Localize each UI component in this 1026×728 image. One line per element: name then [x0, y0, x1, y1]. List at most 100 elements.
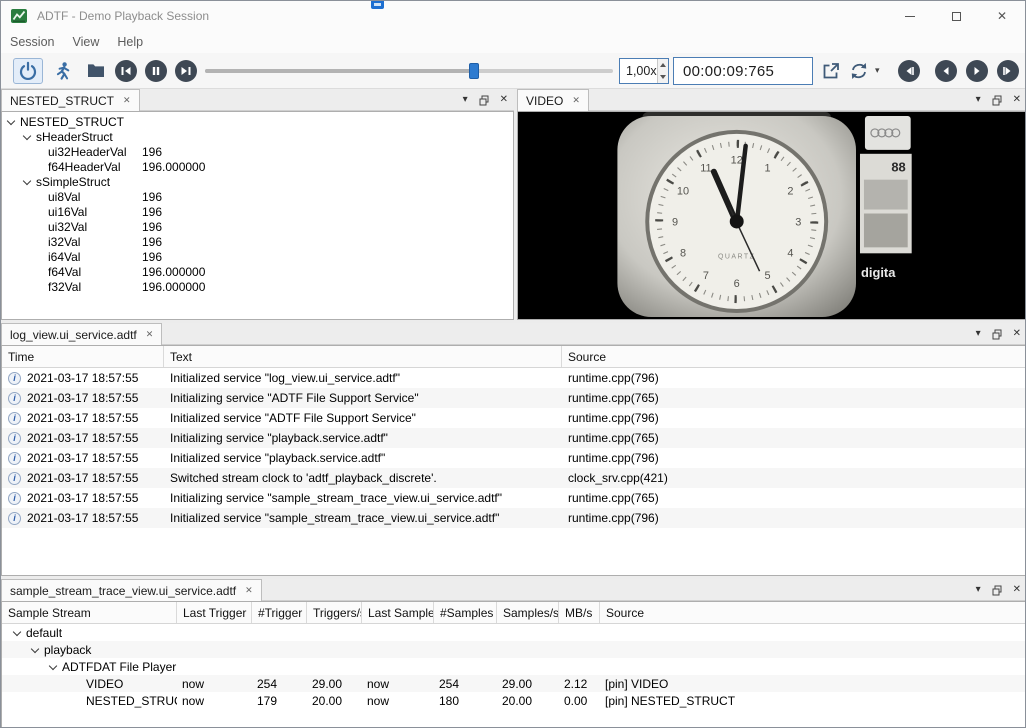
tree-label: ui16Val — [48, 205, 87, 219]
pause-button[interactable] — [145, 60, 167, 82]
marker-first-button[interactable] — [898, 60, 920, 82]
spin-down-button[interactable] — [658, 71, 668, 83]
trace-row[interactable]: ADTFDAT File Player — [2, 658, 1026, 675]
tree-item[interactable]: f64HeaderVal196.000000 — [2, 159, 513, 174]
column-header-mb-s[interactable]: MB/s — [559, 602, 600, 623]
tree-item[interactable]: ui32HeaderVal196 — [2, 144, 513, 159]
tree-item[interactable]: ui8Val196 — [2, 189, 513, 204]
log-row[interactable]: i2021-03-17 18:57:55Switched stream cloc… — [2, 468, 1026, 488]
spin-up-button[interactable] — [658, 59, 668, 71]
panel-close-icon[interactable]: ✕ — [1013, 585, 1021, 595]
step-forward-button[interactable] — [966, 60, 988, 82]
tree-item[interactable]: f64Val196.000000 — [2, 264, 513, 279]
maximize-button[interactable] — [933, 1, 979, 31]
column-header-n-trigger[interactable]: #Trigger — [252, 602, 307, 623]
skip-to-end-button[interactable] — [175, 60, 197, 82]
chevron-expanded-icon[interactable] — [12, 628, 22, 638]
float-panel-icon[interactable] — [479, 95, 489, 106]
run-session-button[interactable] — [47, 58, 77, 84]
panel-close-icon[interactable]: ✕ — [500, 95, 508, 105]
log-text: Initializing service "ADTF File Support … — [164, 388, 562, 408]
float-panel-icon[interactable] — [992, 329, 1002, 340]
tab-close-icon[interactable]: ✕ — [572, 95, 580, 106]
log-row[interactable]: i2021-03-17 18:57:55Initialized service … — [2, 408, 1026, 428]
step-back-button[interactable] — [935, 60, 957, 82]
tree-item[interactable]: ui32Val196 — [2, 219, 513, 234]
column-header-text[interactable]: Text — [164, 346, 562, 367]
menu-view[interactable]: View — [63, 35, 108, 49]
column-header-source[interactable]: Source — [562, 346, 1026, 367]
trace-row[interactable]: NESTED_STRUCT now17920.00now18020.000.00… — [2, 692, 1026, 709]
timeline-slider-handle[interactable] — [469, 63, 479, 79]
tab-close-icon[interactable]: ✕ — [146, 329, 154, 340]
svg-text:1: 1 — [764, 163, 770, 175]
log-row[interactable]: i2021-03-17 18:57:55Initializing service… — [2, 488, 1026, 508]
nested-struct-panel: NESTED_STRUCT ✕ ▾ ✕ NESTED_STRUCT sHeade… — [1, 89, 514, 320]
tree-item[interactable]: sSimpleStruct — [2, 174, 513, 189]
tab-close-icon[interactable]: ✕ — [123, 95, 131, 106]
tab-video[interactable]: VIDEO ✕ — [517, 89, 589, 111]
log-row[interactable]: i2021-03-17 18:57:55Initialized service … — [2, 368, 1026, 388]
panel-menu-icon[interactable]: ▾ — [976, 329, 981, 339]
column-header-samples-s[interactable]: Samples/s — [497, 602, 559, 623]
open-file-button[interactable] — [81, 58, 111, 84]
close-button[interactable]: ✕ — [979, 1, 1025, 31]
column-header-source[interactable]: Source — [600, 602, 1026, 623]
tab-nested-struct[interactable]: NESTED_STRUCT ✕ — [1, 89, 140, 111]
trace-row[interactable]: VIDEO now25429.00now25429.002.12[pin] VI… — [2, 675, 1026, 692]
tree-item[interactable]: NESTED_STRUCT — [2, 114, 513, 129]
panel-close-icon[interactable]: ✕ — [1013, 95, 1021, 105]
tab-close-icon[interactable]: ✕ — [245, 585, 253, 596]
tree-item[interactable]: f32Val196.000000 — [2, 279, 513, 294]
panel-close-icon[interactable]: ✕ — [1013, 329, 1021, 339]
top-edge-blue-marker — [371, 1, 384, 9]
column-header-time[interactable]: Time — [2, 346, 164, 367]
chevron-expanded-icon[interactable] — [22, 177, 32, 187]
chevron-expanded-icon[interactable] — [48, 662, 58, 672]
chevron-expanded-icon[interactable] — [30, 645, 40, 655]
column-header-last-trigger[interactable]: Last Trigger — [177, 602, 252, 623]
export-button[interactable] — [819, 60, 843, 82]
marker-last-button[interactable] — [997, 60, 1019, 82]
chevron-expanded-icon[interactable] — [22, 132, 32, 142]
log-text: Initialized service "playback.service.ad… — [164, 448, 562, 468]
loop-button[interactable] — [847, 60, 871, 82]
column-header-triggers-s[interactable]: Triggers/s — [307, 602, 362, 623]
time-display[interactable]: 00:00:09:765 — [673, 57, 813, 85]
tree-label: ui32HeaderVal — [48, 145, 127, 159]
tree-item[interactable]: i32Val196 — [2, 234, 513, 249]
column-header-sample-stream[interactable]: Sample Stream — [2, 602, 177, 623]
window-controls: ✕ — [887, 1, 1025, 31]
panel-menu-icon[interactable]: ▾ — [976, 585, 981, 595]
menu-session[interactable]: Session — [1, 35, 63, 49]
loop-dropdown-caret[interactable]: ▾ — [875, 66, 880, 75]
column-header-n-samples[interactable]: #Samples — [434, 602, 497, 623]
panel-menu-icon[interactable]: ▾ — [463, 95, 468, 105]
log-row[interactable]: i2021-03-17 18:57:55Initialized service … — [2, 508, 1026, 528]
float-panel-icon[interactable] — [992, 585, 1002, 596]
speed-value[interactable]: 1,00x — [620, 59, 657, 83]
session-power-button[interactable] — [13, 58, 43, 84]
float-panel-icon[interactable] — [992, 95, 1002, 106]
tree-item[interactable]: sHeaderStruct — [2, 129, 513, 144]
chevron-expanded-icon[interactable] — [6, 117, 16, 127]
timeline-slider[interactable] — [205, 62, 613, 80]
tree-value: 196.000000 — [142, 280, 205, 294]
trace-row[interactable]: playback — [2, 641, 1026, 658]
minimize-button[interactable] — [887, 1, 933, 31]
title-bar: ADTF - Demo Playback Session ✕ — [1, 1, 1025, 31]
menu-help[interactable]: Help — [108, 35, 152, 49]
tree-value: 196 — [142, 250, 162, 264]
panel-menu-icon[interactable]: ▾ — [976, 95, 981, 105]
trace-row[interactable]: default — [2, 624, 1026, 641]
tab-log-view[interactable]: log_view.ui_service.adtf ✕ — [1, 323, 162, 345]
skip-to-start-button[interactable] — [115, 60, 137, 82]
tree-item[interactable]: i64Val196 — [2, 249, 513, 264]
speed-spinbox[interactable]: 1,00x — [619, 58, 669, 84]
column-header-last-sample[interactable]: Last Sample — [362, 602, 434, 623]
tab-trace-view[interactable]: sample_stream_trace_view.ui_service.adtf… — [1, 579, 262, 601]
log-row[interactable]: i2021-03-17 18:57:55Initializing service… — [2, 428, 1026, 448]
tree-item[interactable]: ui16Val196 — [2, 204, 513, 219]
log-row[interactable]: i2021-03-17 18:57:55Initializing service… — [2, 388, 1026, 408]
log-row[interactable]: i2021-03-17 18:57:55Initialized service … — [2, 448, 1026, 468]
